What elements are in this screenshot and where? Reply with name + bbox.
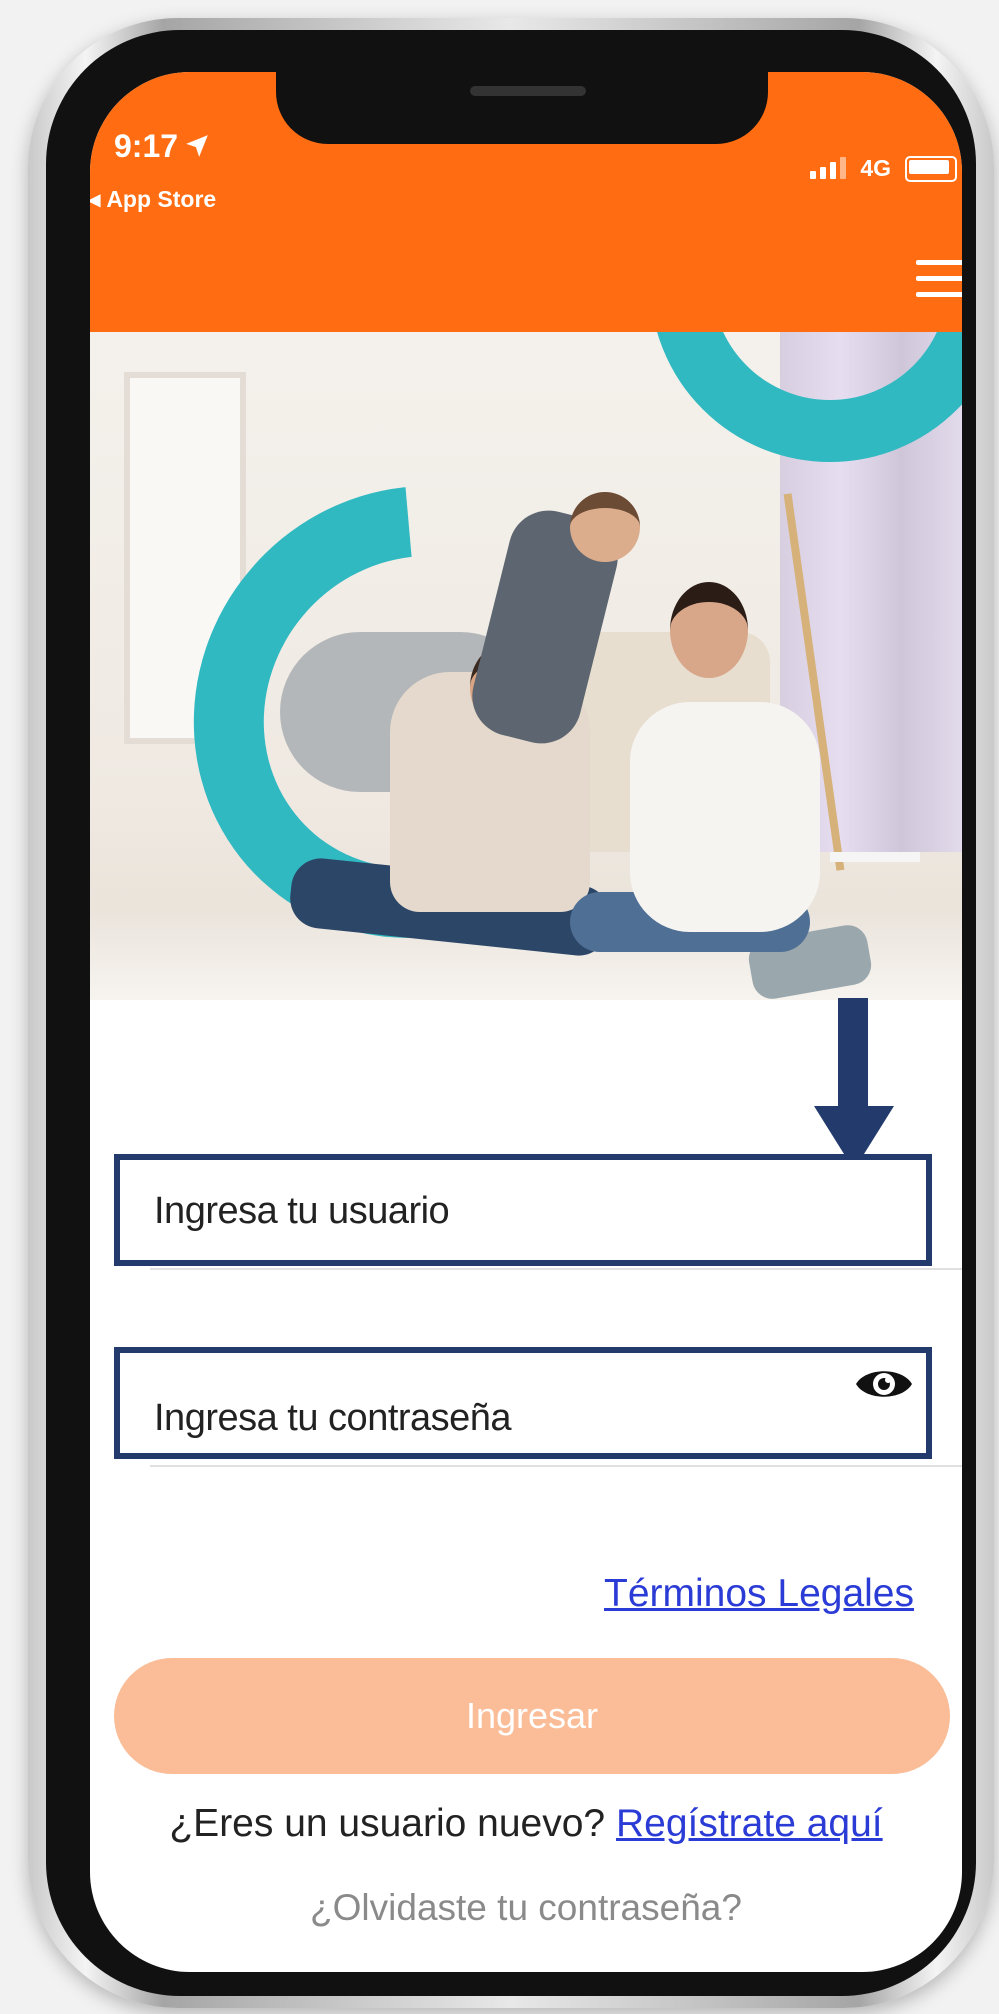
- register-link[interactable]: Regístrate aquí: [616, 1802, 883, 1845]
- eye-icon[interactable]: [854, 1363, 914, 1405]
- back-triangle-icon: ◀: [90, 192, 101, 209]
- status-indicators: 4G: [810, 154, 958, 182]
- battery-icon: [905, 155, 958, 182]
- legal-terms-link[interactable]: Términos Legales: [604, 1572, 914, 1616]
- login-button[interactable]: Ingresar: [114, 1658, 950, 1774]
- new-user-text: ¿Eres un usuario nuevo?: [169, 1802, 616, 1845]
- down-arrow-icon: [814, 998, 894, 1174]
- network-type: 4G: [860, 155, 892, 182]
- hero-image: [90, 332, 962, 1000]
- back-to-app-store[interactable]: ◀ App Store: [90, 186, 216, 213]
- password-underline: [150, 1465, 962, 1467]
- forgot-password-link[interactable]: ¿Olvidaste tu contraseña?: [90, 1887, 962, 1929]
- status-time: 9:17: [114, 128, 210, 165]
- hamburger-menu-icon[interactable]: [916, 260, 962, 308]
- signal-bars-icon: [810, 156, 848, 181]
- status-time-text: 9:17: [114, 128, 179, 164]
- hero-woman-head: [670, 582, 748, 678]
- password-field[interactable]: [114, 1347, 932, 1469]
- speaker-grille: [470, 86, 586, 96]
- username-underline: [150, 1268, 962, 1270]
- app-screen: 9:17 ◀ App Store 4G Ingresa tu usuario T…: [90, 72, 962, 1972]
- username-field[interactable]: [114, 1154, 932, 1266]
- username-input[interactable]: [152, 1160, 856, 1262]
- password-input[interactable]: [152, 1367, 856, 1469]
- phone-notch: [276, 72, 768, 144]
- back-app-label: App Store: [106, 186, 217, 212]
- location-arrow-icon: [186, 135, 208, 157]
- hero-woman: [630, 702, 820, 932]
- hero-boy-head: [570, 492, 640, 562]
- register-prompt: ¿Eres un usuario nuevo? Regístrate aquí: [90, 1802, 962, 1846]
